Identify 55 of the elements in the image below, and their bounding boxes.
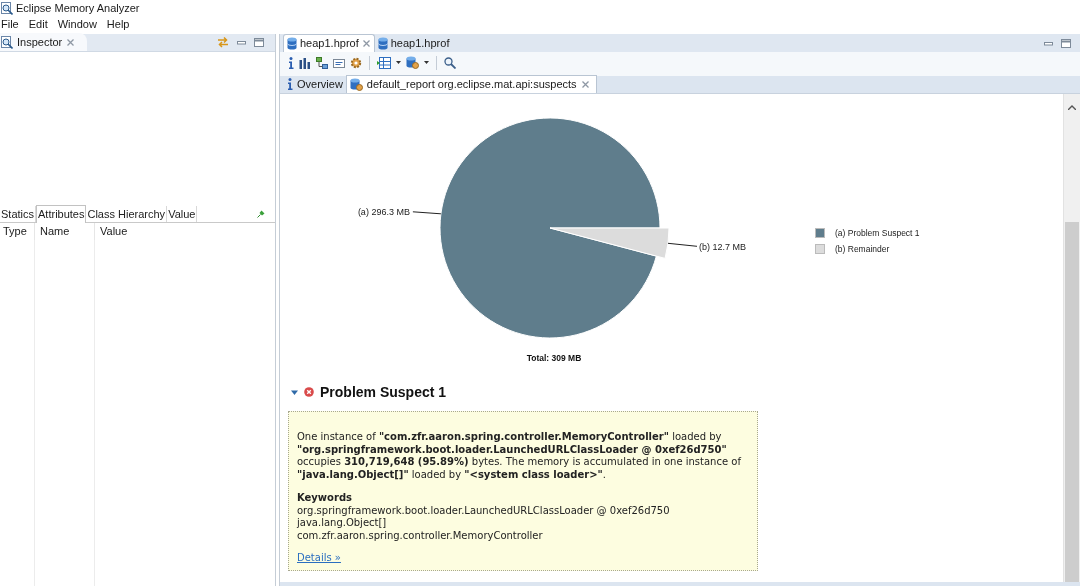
slice-label: (a) 296.3 MB <box>357 207 410 218</box>
legend-label: (b) Remainder <box>835 244 890 254</box>
table-icon[interactable] <box>377 56 391 69</box>
leader-line <box>667 242 698 247</box>
section-heading: Problem Suspect 1 <box>320 382 447 402</box>
editor-tab[interactable]: heap1.hprof <box>374 34 453 52</box>
menu-item[interactable]: Edit <box>28 15 48 33</box>
caret-icon[interactable] <box>424 61 429 64</box>
editor-tab[interactable]: heap1.hprof <box>283 34 375 52</box>
legend-label: (a) Problem Suspect 1 <box>835 228 920 238</box>
scrollbar[interactable] <box>1063 94 1080 582</box>
window-title: Eclipse Memory Analyzer <box>16 0 140 16</box>
close-icon[interactable] <box>580 80 590 89</box>
close-icon[interactable] <box>361 39 371 48</box>
database-icon <box>377 36 388 50</box>
keywords-heading: Keywords <box>297 492 354 505</box>
details-link[interactable]: Details » <box>297 552 341 565</box>
database-gear-icon <box>349 78 363 91</box>
chart-total: Total: 309 MB <box>526 353 582 363</box>
keyword-text: org.springframework.boot.loader.LaunchedURLClassLoader @ 0xef26d750 <box>297 504 671 517</box>
tab[interactable]: Class Hierarchy <box>86 206 168 222</box>
scrollbar-thumb[interactable] <box>1065 222 1079 582</box>
search-icon[interactable] <box>444 56 456 69</box>
database-icon <box>287 37 297 50</box>
suspect-description: One instance of "com.zfr.aaron.spring.controller.MemoryController" loaded by "org.springframework.boot.loader.LaunchedURLClassLoader @ 0xef26d750" occupies 310,719,648 (95.89%) bytes. The memory is accumulated in one instance of "java.lang.Object[]" loaded by "<system class loader>". <box>297 431 743 481</box>
column-header[interactable]: Type <box>0 223 35 240</box>
keyword-text: com.zfr.aaron.spring.controller.MemoryController <box>297 529 544 542</box>
view-tab[interactable]: Inspector <box>0 33 88 51</box>
column-header[interactable]: Value <box>95 223 275 240</box>
magnifier-icon <box>1 35 13 49</box>
caret-down-icon[interactable] <box>291 388 298 396</box>
tab[interactable]: Value <box>167 206 198 222</box>
menu-item[interactable]: Help <box>106 15 130 33</box>
maximize-icon[interactable] <box>1061 38 1071 48</box>
menu-item[interactable]: File <box>1 15 19 33</box>
tab[interactable]: Attributes <box>36 205 87 223</box>
database-gear-icon[interactable] <box>406 56 419 69</box>
tree-icon[interactable] <box>316 56 328 69</box>
maximize-icon[interactable] <box>254 37 264 47</box>
slice-label: (b) 12.7 MB <box>699 241 747 252</box>
close-icon[interactable] <box>66 37 76 47</box>
report-tab[interactable]: Overview <box>284 75 346 93</box>
error-icon <box>304 387 314 397</box>
menu-item[interactable]: Window <box>57 15 97 33</box>
column-header[interactable]: Name <box>35 223 95 240</box>
leader-line <box>412 211 442 215</box>
query-icon[interactable] <box>333 56 345 69</box>
caret-icon[interactable] <box>396 61 401 64</box>
info-icon <box>287 78 293 90</box>
bar-chart-icon[interactable] <box>299 56 311 69</box>
info-icon[interactable] <box>288 56 294 69</box>
pin-icon[interactable] <box>257 209 265 218</box>
keyword-text: java.lang.Object[] <box>297 517 388 530</box>
gear-icon[interactable] <box>350 56 362 69</box>
report-tab[interactable]: default_report org.eclipse.mat.api:suspects <box>345 75 597 93</box>
